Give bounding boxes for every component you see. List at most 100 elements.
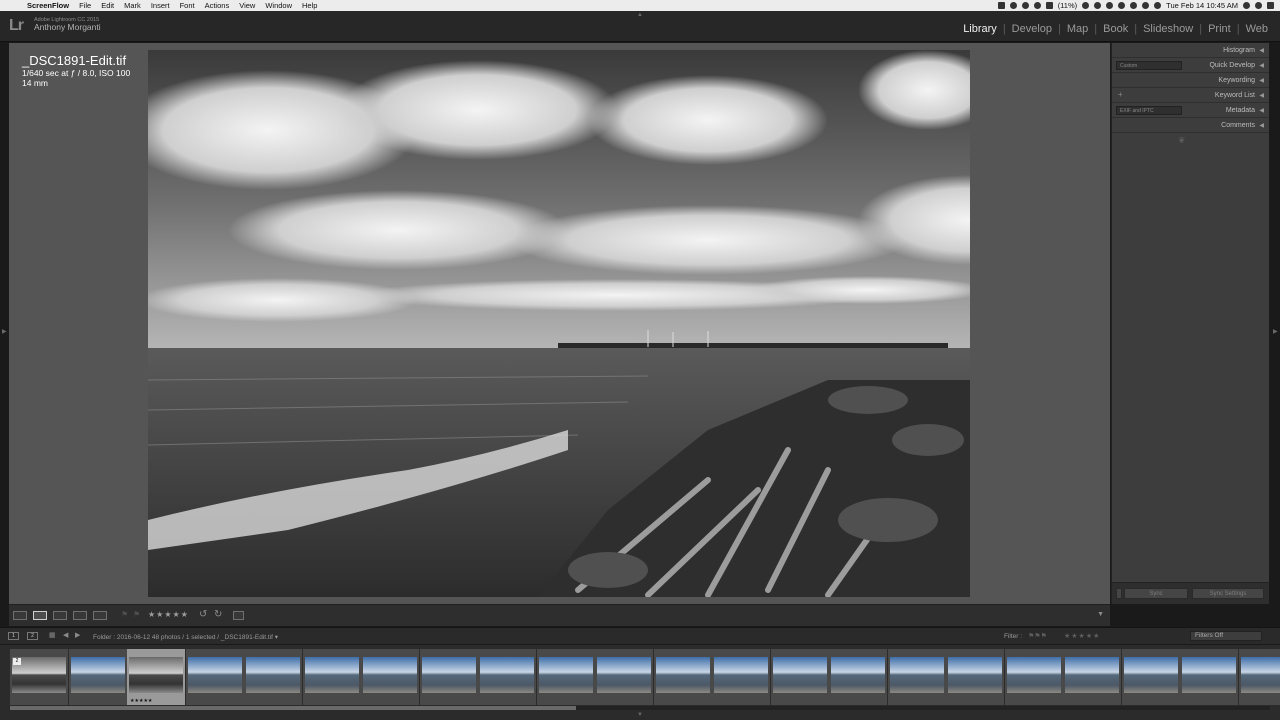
flag-pick-icon[interactable]: ⚑ [121,610,128,619]
panel-keywording[interactable]: Keywording ◀ [1112,73,1269,88]
filmstrip-thumbnail[interactable] [536,649,595,705]
collapse-top-panel-arrow-icon[interactable]: ▲ [637,12,643,18]
filmstrip-thumbnail[interactable]: ★★★★★ [127,649,185,705]
filmstrip-thumbnail[interactable] [946,649,1004,705]
sync-button[interactable]: Sync [1124,588,1188,599]
filmstrip-scrollbar-thumb[interactable] [10,706,576,710]
filmstrip-thumbnail[interactable] [68,649,127,705]
filmstrip-thumbnail[interactable] [1180,649,1238,705]
sync-toggle-switch[interactable] [1116,588,1122,599]
filmstrip-thumbnail[interactable] [653,649,712,705]
menu-insert[interactable]: Insert [146,1,175,10]
panel-keyword-list[interactable]: + Keyword List ◀ [1112,88,1269,103]
collapse-triangle-icon[interactable]: ◀ [1259,92,1264,99]
menu-help[interactable]: Help [297,1,322,10]
lock-icon[interactable] [1106,2,1114,9]
people-view-icon[interactable] [93,611,107,620]
crop-overlay-icon[interactable] [233,611,244,620]
filmstrip-thumbnail[interactable] [185,649,244,705]
wifi-icon[interactable] [1142,2,1150,9]
collapse-triangle-icon[interactable]: ◀ [1259,62,1264,69]
collapse-right-panel-arrow-icon[interactable]: ▶ [1273,328,1278,335]
stack-count-badge[interactable]: 2 [13,658,21,665]
filmstrip-thumbnail[interactable] [887,649,946,705]
secondary-window-button[interactable]: 2 [27,632,38,640]
filter-flag-icons[interactable]: ⚑⚑⚑ [1028,632,1047,640]
filters-off-select[interactable]: Filters Off [1190,631,1262,641]
filmstrip-thumbnail[interactable] [829,649,887,705]
collapse-triangle-icon[interactable]: ◀ [1259,47,1264,54]
menu-app-screenflow[interactable]: ScreenFlow [22,1,74,10]
menu-view[interactable]: View [234,1,260,10]
toolbar-options-chevron-down-icon[interactable]: ▼ [1097,611,1104,618]
quick-develop-preset-select[interactable]: Custom [1116,61,1182,70]
notification-center-icon[interactable] [1267,2,1274,9]
grid-icon[interactable]: ▦ [49,631,56,639]
panel-metadata[interactable]: EXIF and IPTC Metadata ◀ [1112,103,1269,118]
bluetooth-icon[interactable] [1130,2,1138,9]
add-keyword-plus-icon[interactable]: + [1118,90,1123,99]
filmstrip-thumbnail[interactable] [712,649,770,705]
source-breadcrumb[interactable]: Folder : 2016-06-12 48 photos / 1 select… [93,633,278,641]
filmstrip-thumbnail[interactable] [361,649,419,705]
grid-view-icon[interactable] [13,611,27,620]
metadata-preset-select[interactable]: EXIF and IPTC [1116,106,1182,115]
record-icon[interactable] [1009,2,1017,9]
menu-actions[interactable]: Actions [200,1,235,10]
menu-mark[interactable]: Mark [119,1,146,10]
filmstrip-thumbnail[interactable] [770,649,829,705]
evernote-icon[interactable] [1021,2,1029,9]
sync-icon[interactable] [1082,2,1090,9]
collapse-filmstrip-arrow-icon[interactable]: ▼ [637,712,643,718]
user-avatar-icon[interactable] [1255,2,1262,9]
rating-stars[interactable]: ★★★★★ [148,610,189,619]
menu-file[interactable]: File [74,1,96,10]
collapse-triangle-icon[interactable]: ◀ [1259,77,1264,84]
filmstrip-thumbnail[interactable] [595,649,653,705]
filmstrip-thumbnail[interactable] [1121,649,1180,705]
flag-reject-icon[interactable]: ⚑ [133,610,140,619]
menu-font[interactable]: Font [175,1,200,10]
collapse-triangle-icon[interactable]: ◀ [1259,107,1264,114]
filmstrip-thumbnail[interactable] [478,649,536,705]
collapse-triangle-icon[interactable]: ◀ [1259,122,1264,129]
module-map[interactable]: Map [1061,23,1094,35]
panel-comments[interactable]: Comments ◀ [1112,118,1269,133]
survey-view-icon[interactable] [73,611,87,620]
filmstrip-thumbnail[interactable] [1238,649,1280,705]
loupe-view-icon[interactable] [33,611,47,620]
menu-edit[interactable]: Edit [96,1,119,10]
filmstrip-thumbnail[interactable] [244,649,302,705]
battery-icon[interactable] [1045,2,1053,9]
module-library[interactable]: Library [957,23,1003,35]
volume-icon[interactable] [1154,2,1162,9]
cloud-icon[interactable] [1033,2,1041,9]
panel-histogram[interactable]: Histogram ◀ [1112,43,1269,58]
filmstrip-thumbnail[interactable] [1063,649,1121,705]
filter-rating-stars[interactable]: ★★★★★ [1064,632,1100,640]
rotate-left-icon[interactable]: ↺ [199,609,207,620]
back-arrow-icon[interactable]: ◀ [63,631,68,639]
sync-settings-button[interactable]: Sync Settings [1192,588,1264,599]
panel-quick-develop[interactable]: Custom Quick Develop ◀ [1112,58,1269,73]
main-window-button[interactable]: 1 [8,632,19,640]
module-develop[interactable]: Develop [1006,23,1058,35]
menubar-clock[interactable]: Tue Feb 14 10:45 AM [1166,1,1238,10]
dropbox-icon[interactable] [1118,2,1126,9]
module-slideshow[interactable]: Slideshow [1137,23,1199,35]
spotlight-icon[interactable] [1243,2,1250,9]
module-web[interactable]: Web [1240,23,1274,35]
filmstrip-thumbnail[interactable] [302,649,361,705]
module-print[interactable]: Print [1202,23,1237,35]
filmstrip-thumbnail[interactable]: 2 [10,649,68,705]
rotate-right-icon[interactable]: ↻ [214,609,222,620]
module-book[interactable]: Book [1097,23,1134,35]
shield-icon[interactable] [1094,2,1102,9]
filmstrip-thumbnail[interactable] [1004,649,1063,705]
screen-icon[interactable] [997,2,1005,9]
forward-arrow-icon[interactable]: ▶ [75,631,80,639]
filmstrip-thumbnail[interactable] [419,649,478,705]
expand-left-panel-arrow-icon[interactable]: ▶ [2,328,7,335]
main-photo[interactable] [148,50,970,597]
compare-view-icon[interactable] [53,611,67,620]
